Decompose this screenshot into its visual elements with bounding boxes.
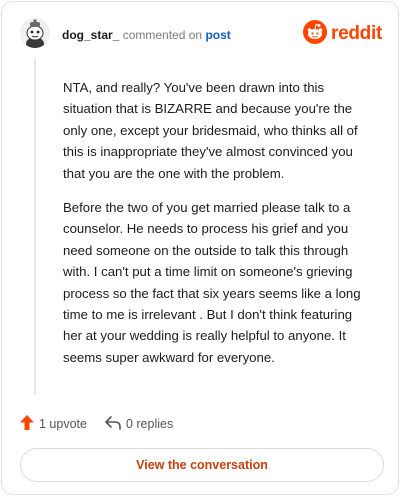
reddit-logo-icon — [303, 19, 328, 49]
upvote-arrow-icon — [20, 415, 34, 433]
comment-body: NTA, and really? You've been drawn into … — [63, 77, 373, 381]
comment-header: dog_star_ commented on post reddit — [20, 16, 384, 56]
upvote-count: 1 upvote — [39, 417, 87, 431]
post-link[interactable]: post — [205, 28, 230, 42]
avatar-icon[interactable] — [20, 18, 50, 48]
replies-button[interactable]: 0 replies — [105, 415, 174, 433]
comment-card: dog_star_ commented on post reddit NTA, … — [1, 1, 399, 495]
replies-count: 0 replies — [125, 417, 174, 431]
comment-paragraph: Before the two of you get married please… — [63, 200, 361, 365]
comment-actions: 1 upvote 0 replies — [20, 414, 191, 434]
comment-paragraph: NTA, and really? You've been drawn into … — [63, 80, 358, 181]
upvote-button[interactable]: 1 upvote — [20, 415, 87, 433]
commented-on-text: commented on — [122, 28, 203, 42]
reply-icon — [105, 415, 121, 433]
reddit-brand[interactable]: reddit — [303, 19, 382, 49]
username-link[interactable]: dog_star_ — [62, 28, 119, 42]
byline: dog_star_ commented on post — [62, 28, 231, 42]
reddit-wordmark: reddit — [331, 23, 382, 44]
view-conversation-button[interactable]: View the conversation — [20, 448, 384, 482]
thread-line — [34, 58, 36, 395]
